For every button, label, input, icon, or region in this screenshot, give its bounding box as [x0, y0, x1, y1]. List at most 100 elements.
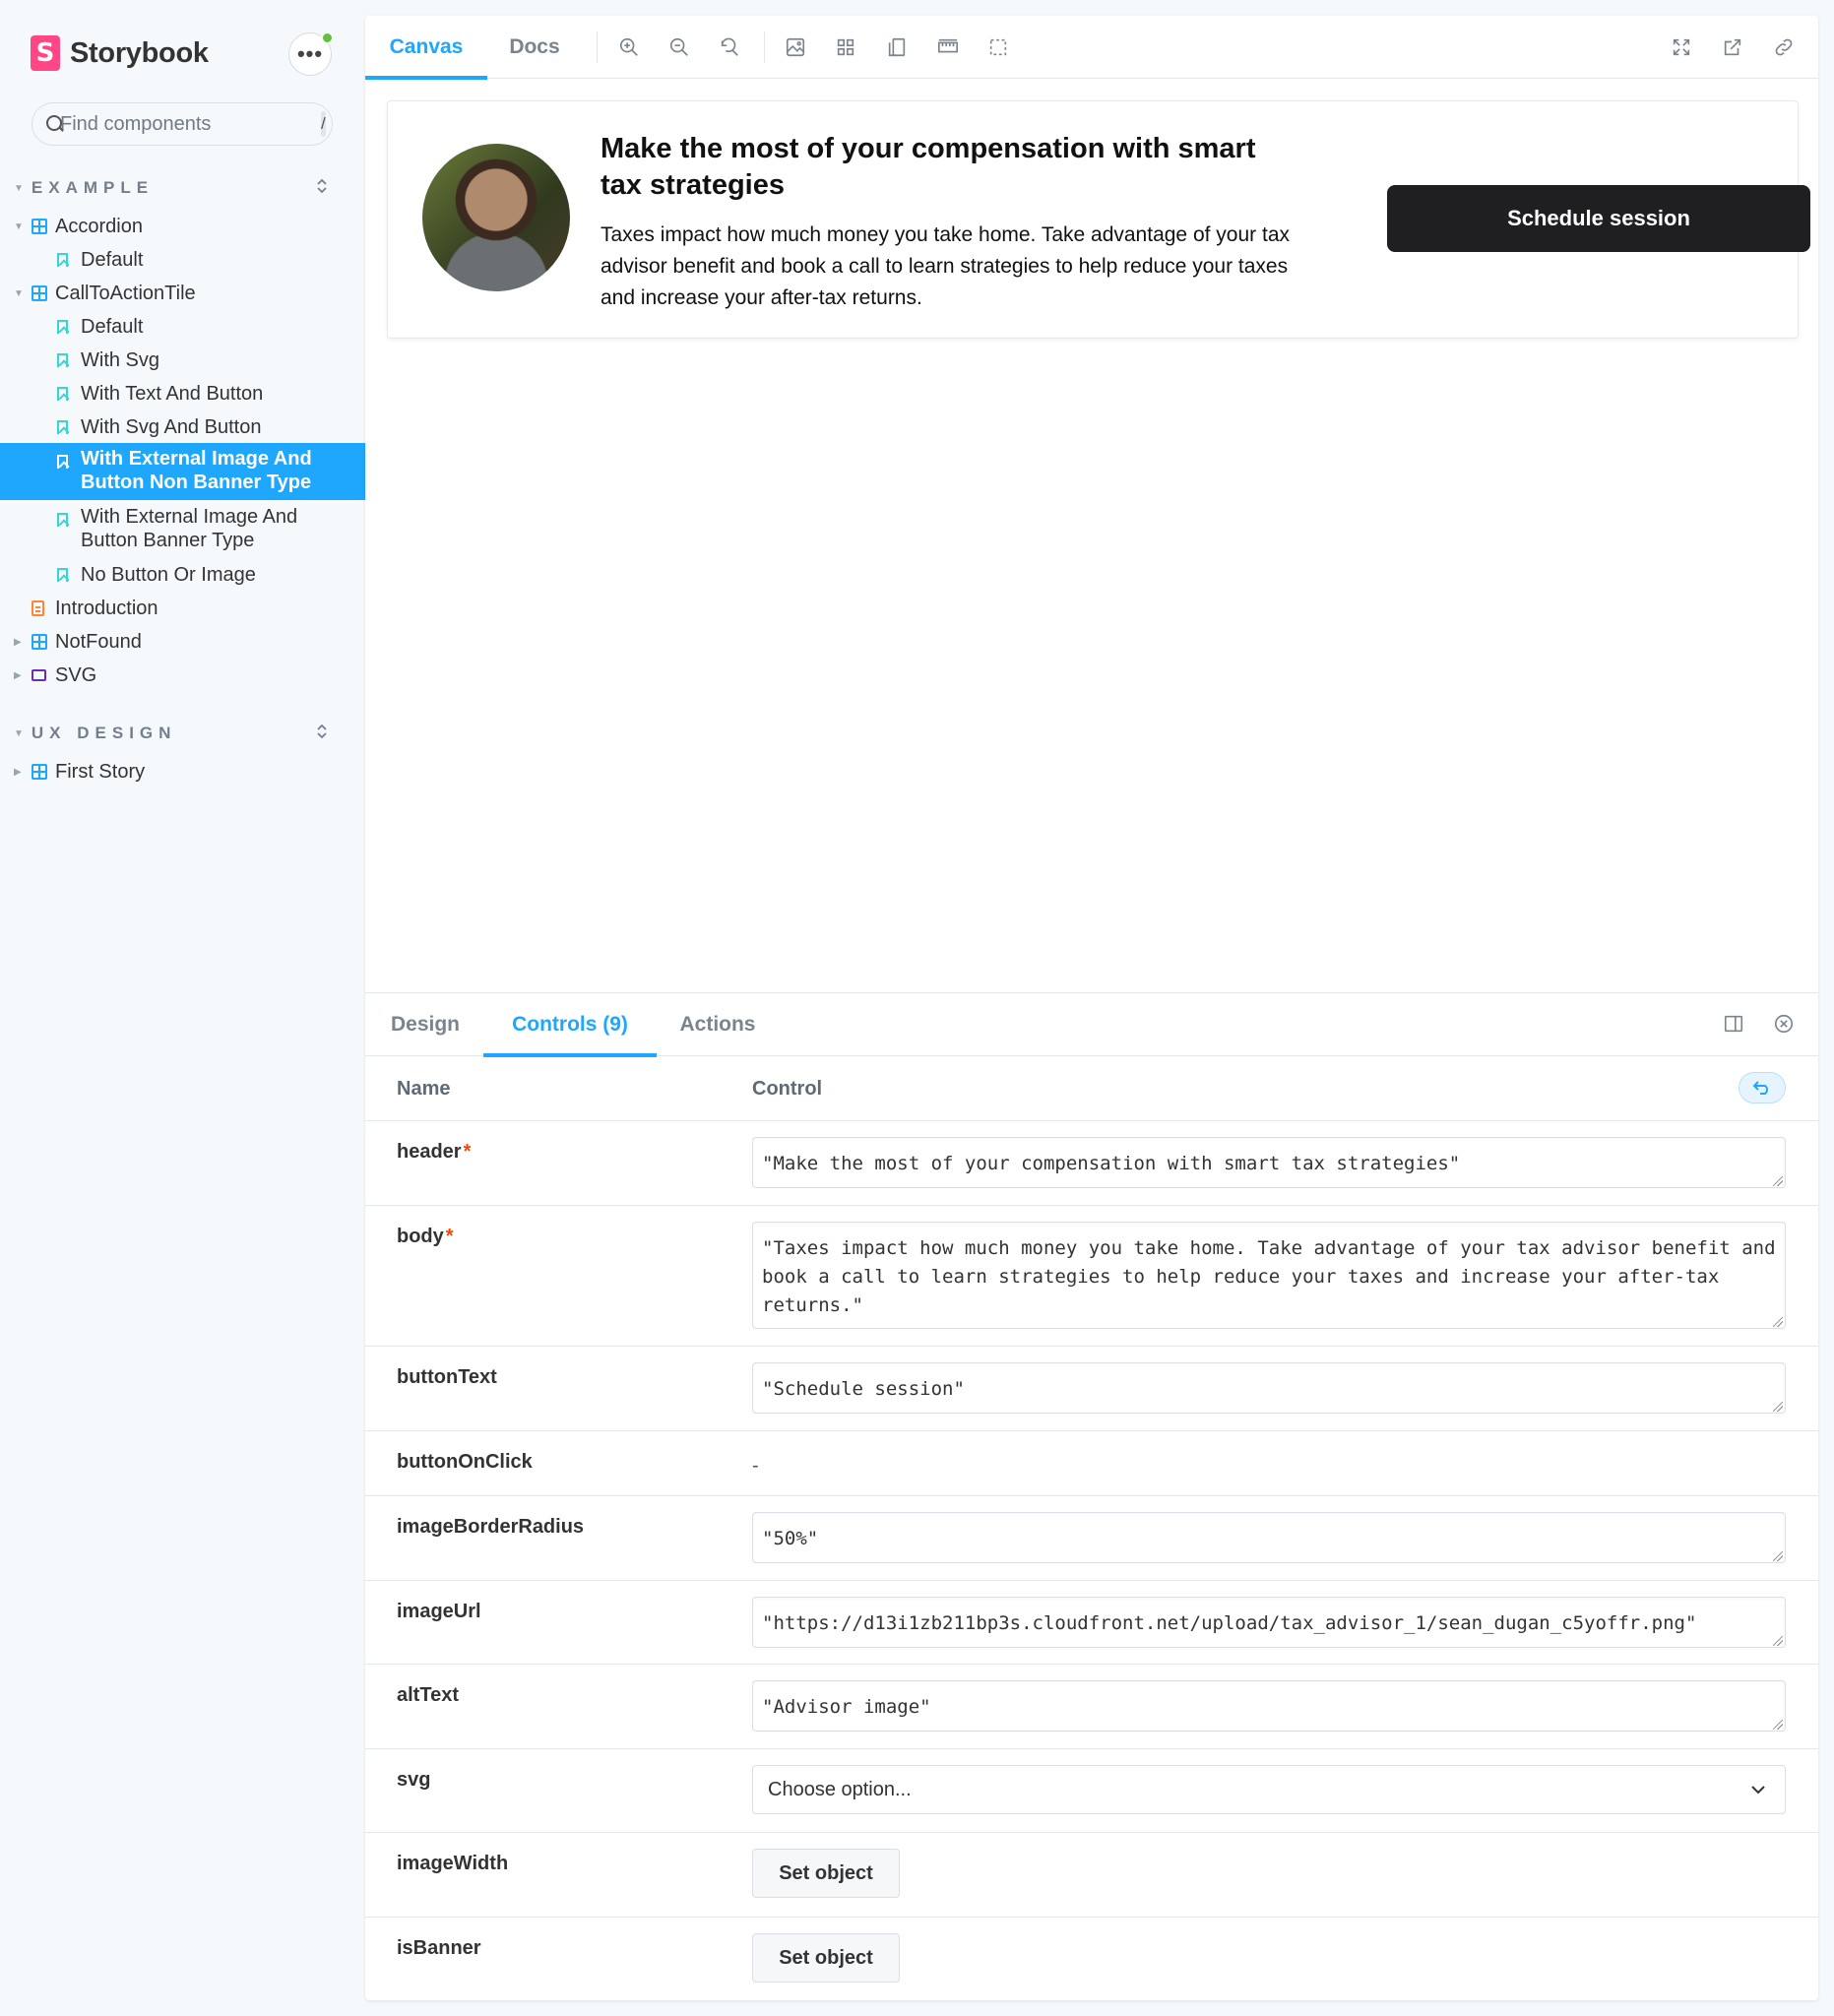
resize-handle-icon[interactable]	[1773, 1402, 1783, 1412]
toolbar-divider	[597, 32, 598, 63]
control-row-alttext: altText "Advisor image"	[365, 1665, 1818, 1749]
required-asterisk: *	[463, 1141, 472, 1163]
control-name: imageUrl	[397, 1601, 481, 1622]
bookmark-icon	[57, 387, 68, 401]
sidebar-item-label: With Svg And Button	[81, 416, 262, 438]
sidebar-item-accordion-default[interactable]: Default	[0, 243, 365, 277]
section-example[interactable]: ▼ EXAMPLE	[14, 176, 339, 200]
sidebar-item-label: NotFound	[55, 631, 142, 653]
bookmark-icon	[57, 455, 68, 469]
sidebar-item-svg[interactable]: ▶ SVG	[0, 659, 365, 692]
expand-collapse-icon[interactable]	[315, 177, 329, 200]
controls-table-header: Name Control	[365, 1056, 1818, 1121]
resize-handle-icon[interactable]	[1773, 1551, 1783, 1561]
bookmark-icon	[57, 353, 68, 367]
sidebar-item-label: CallToActionTile	[55, 283, 196, 304]
background-icon[interactable]	[784, 35, 807, 59]
control-row-isbanner: isBanner Set object	[365, 1918, 1818, 2001]
sidebar-item-accordion[interactable]: ▼ Accordion	[0, 210, 365, 243]
buttontext-input[interactable]: "Schedule session"	[752, 1362, 1786, 1414]
addons-panel: Design Controls (9) Actions Name Control…	[365, 992, 1818, 2000]
section-title: EXAMPLE	[31, 178, 155, 197]
grid-icon[interactable]	[834, 35, 857, 59]
resize-handle-icon[interactable]	[1773, 1176, 1783, 1186]
copy-link-icon[interactable]	[1772, 35, 1796, 59]
panel-orientation-icon[interactable]	[1723, 1013, 1746, 1037]
control-name: altText	[397, 1684, 459, 1706]
preview-toolbar: Canvas Docs	[365, 16, 1818, 80]
search-input[interactable]	[60, 112, 321, 136]
caret-down-icon: ▼	[14, 182, 24, 194]
sidebar-item-external-image-non-banner[interactable]: With External Image And Button Non Banne…	[0, 443, 365, 500]
main-panel: Canvas Docs Make the most of your compen…	[365, 16, 1818, 2000]
select-value: Choose option...	[768, 1778, 912, 1800]
expand-collapse-icon[interactable]	[315, 723, 329, 745]
sidebar-item-external-image-banner[interactable]: With External Image And Button Banner Ty…	[0, 501, 365, 558]
tab-design[interactable]: Design	[365, 993, 485, 1056]
sidebar-item-with-svg[interactable]: With Svg	[0, 344, 365, 377]
set-object-button[interactable]: Set object	[752, 1849, 900, 1898]
storybook-logo-icon: S	[31, 35, 60, 71]
sidebar-item-label-line2: Button Banner Type	[81, 530, 255, 551]
control-name: buttonText	[397, 1366, 497, 1388]
caret-down-icon: ▼	[14, 727, 24, 739]
component-icon	[32, 634, 47, 650]
addons-tabs: Design Controls (9) Actions	[365, 993, 1818, 1057]
header-input[interactable]: "Make the most of your compensation with…	[752, 1137, 1786, 1188]
schedule-session-button[interactable]: Schedule session	[1387, 185, 1810, 252]
zoom-out-icon[interactable]	[667, 35, 691, 59]
sidebar-item-first-story[interactable]: ▶ First Story	[0, 755, 365, 788]
tab-docs[interactable]: Docs	[487, 16, 582, 79]
resize-handle-icon[interactable]	[1773, 1317, 1783, 1327]
reset-controls-button[interactable]	[1739, 1072, 1786, 1103]
toolbar-divider	[764, 32, 765, 63]
storybook-brand[interactable]: S Storybook	[31, 33, 209, 73]
sidebar-item-label: Accordion	[55, 216, 143, 237]
outline-icon[interactable]	[986, 35, 1010, 59]
set-object-button[interactable]: Set object	[752, 1933, 900, 1983]
resize-handle-icon[interactable]	[1773, 1720, 1783, 1730]
open-new-tab-icon[interactable]	[1721, 35, 1744, 59]
sidebar-item-notfound[interactable]: ▶ NotFound	[0, 625, 365, 659]
sidebar-item-cta-default[interactable]: Default	[0, 310, 365, 344]
control-name: svg	[397, 1769, 431, 1791]
sidebar-item-no-button-or-image[interactable]: No Button Or Image	[0, 558, 365, 592]
zoom-in-icon[interactable]	[617, 35, 641, 59]
caret-right-icon: ▶	[14, 669, 22, 681]
status-dot	[321, 32, 334, 44]
sidebar-item-with-text-and-button[interactable]: With Text And Button	[0, 377, 365, 410]
zoom-reset-icon[interactable]	[718, 35, 741, 59]
body-input[interactable]: "Taxes impact how much money you take ho…	[752, 1222, 1786, 1329]
sidebar-item-introduction[interactable]: Introduction	[0, 592, 365, 625]
section-ux-design[interactable]: ▼ UX DESIGN	[14, 722, 339, 745]
svg-select[interactable]: Choose option...	[752, 1765, 1786, 1814]
control-row-imagewidth: imageWidth Set object	[365, 1833, 1818, 1918]
tab-controls[interactable]: Controls (9)	[483, 993, 657, 1057]
document-icon	[32, 600, 44, 616]
imageurl-input[interactable]: "https://d13i1zb211bp3s.cloudfront.net/u…	[752, 1597, 1786, 1648]
bookmark-icon	[57, 320, 68, 334]
sidebar-item-with-svg-and-button[interactable]: With Svg And Button	[0, 410, 365, 444]
search-box[interactable]: /	[32, 102, 333, 146]
control-row-imageurl: imageUrl "https://d13i1zb211bp3s.cloudfr…	[365, 1581, 1818, 1665]
bookmark-icon	[57, 568, 68, 582]
alttext-input[interactable]: "Advisor image"	[752, 1680, 1786, 1732]
sidebar-item-label: With External Image And	[81, 448, 312, 470]
column-name: Name	[397, 1078, 451, 1100]
imageborderradius-input[interactable]: "50%"	[752, 1512, 1786, 1563]
resize-handle-icon[interactable]	[1773, 1636, 1783, 1646]
close-panel-icon[interactable]	[1773, 1013, 1797, 1037]
tab-canvas[interactable]: Canvas	[365, 16, 487, 80]
fullscreen-icon[interactable]	[1670, 35, 1693, 59]
sidebar: S Storybook ••• / ▼ EXAMPLE ▼ Accordion …	[0, 0, 365, 2016]
sidebar-item-calltoactiontile[interactable]: ▼ CallToActionTile	[0, 277, 365, 310]
measure-icon[interactable]	[936, 35, 960, 59]
tab-actions[interactable]: Actions	[657, 993, 779, 1056]
caret-right-icon: ▶	[14, 636, 22, 648]
sidebar-item-label: Default	[81, 316, 144, 338]
control-name: body *	[397, 1226, 454, 1247]
sidebar-item-label: With External Image And	[81, 506, 298, 528]
component-icon	[32, 285, 47, 301]
control-row-svg: svg Choose option...	[365, 1749, 1818, 1833]
viewport-icon[interactable]	[885, 35, 909, 59]
